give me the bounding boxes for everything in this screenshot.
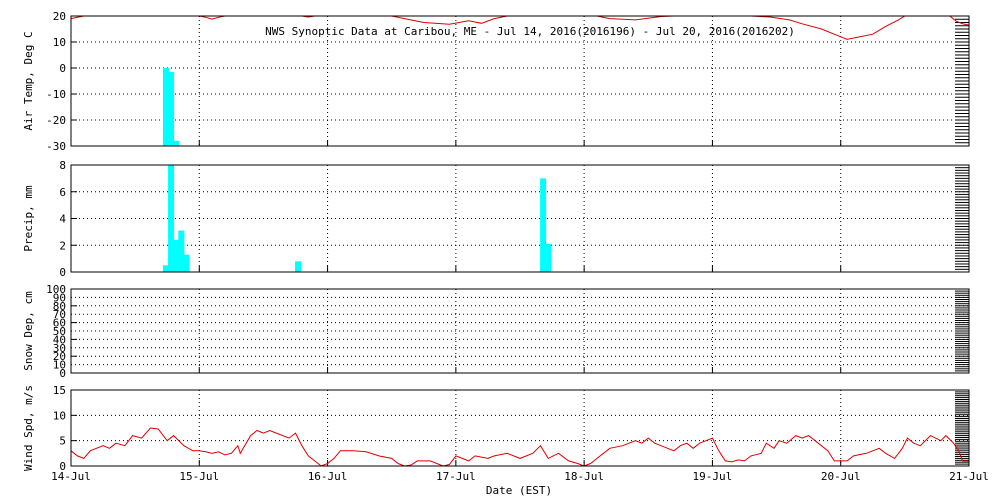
y-tick-label: 10 — [53, 409, 66, 422]
y-tick-label: 0 — [59, 62, 66, 75]
bar — [173, 239, 180, 272]
y-tick-label: 15 — [53, 384, 66, 397]
y-tick-label: 10 — [53, 359, 66, 372]
y-tick-label: -30 — [46, 140, 66, 153]
y-tick-label: 4 — [59, 213, 66, 226]
y-tick-label: 30 — [53, 342, 66, 355]
bar — [162, 265, 169, 272]
chart-title: NWS Synoptic Data at Caribou, ME - Jul 1… — [265, 25, 795, 38]
bar — [173, 140, 180, 146]
y-tick-label: 70 — [53, 308, 66, 321]
y-tick-label: 90 — [53, 291, 66, 304]
chart-background — [0, 0, 1000, 500]
x-axis-title: Date (EST) — [486, 484, 552, 497]
x-tick-label: 16-Jul — [308, 470, 348, 483]
x-tick-label: 19-Jul — [693, 470, 733, 483]
x-tick-label: 15-Jul — [179, 470, 219, 483]
x-tick-label: 17-Jul — [436, 470, 476, 483]
y-tick-label: 6 — [59, 186, 66, 199]
y-tick-label: -10 — [46, 88, 66, 101]
y-axis-label: Snow Dep, cm — [22, 291, 35, 371]
y-tick-label: 20 — [53, 10, 66, 23]
y-axis-label: Air Temp, Deg C — [22, 31, 35, 130]
bar — [162, 68, 169, 146]
x-tick-label: 21-Jul — [949, 470, 989, 483]
y-tick-label: 2 — [59, 239, 66, 252]
x-tick-label: 20-Jul — [821, 470, 861, 483]
bar — [168, 165, 175, 272]
y-axis-label: Wind Spd, m/s — [22, 385, 35, 471]
synoptic-chart: -30 -20 -10 0 10 20 Air Temp, Deg C 0 2 4 6 8 Precip… — [0, 0, 1000, 500]
y-tick-label: 10 — [53, 36, 66, 49]
x-tick-label: 14-Jul — [51, 470, 91, 483]
bar — [545, 243, 552, 272]
y-axis-label: Precip, mm — [22, 185, 35, 252]
y-tick-label: 8 — [59, 159, 66, 172]
y-tick-label: -20 — [46, 114, 66, 127]
bar — [295, 261, 302, 272]
x-tick-label: 18-Jul — [564, 470, 604, 483]
y-tick-label: 5 — [59, 435, 66, 448]
bar — [183, 254, 190, 272]
bar — [168, 71, 175, 146]
bar — [178, 230, 185, 272]
y-tick-label: 0 — [59, 266, 66, 279]
y-tick-label: 50 — [53, 325, 66, 338]
bar — [540, 178, 547, 272]
